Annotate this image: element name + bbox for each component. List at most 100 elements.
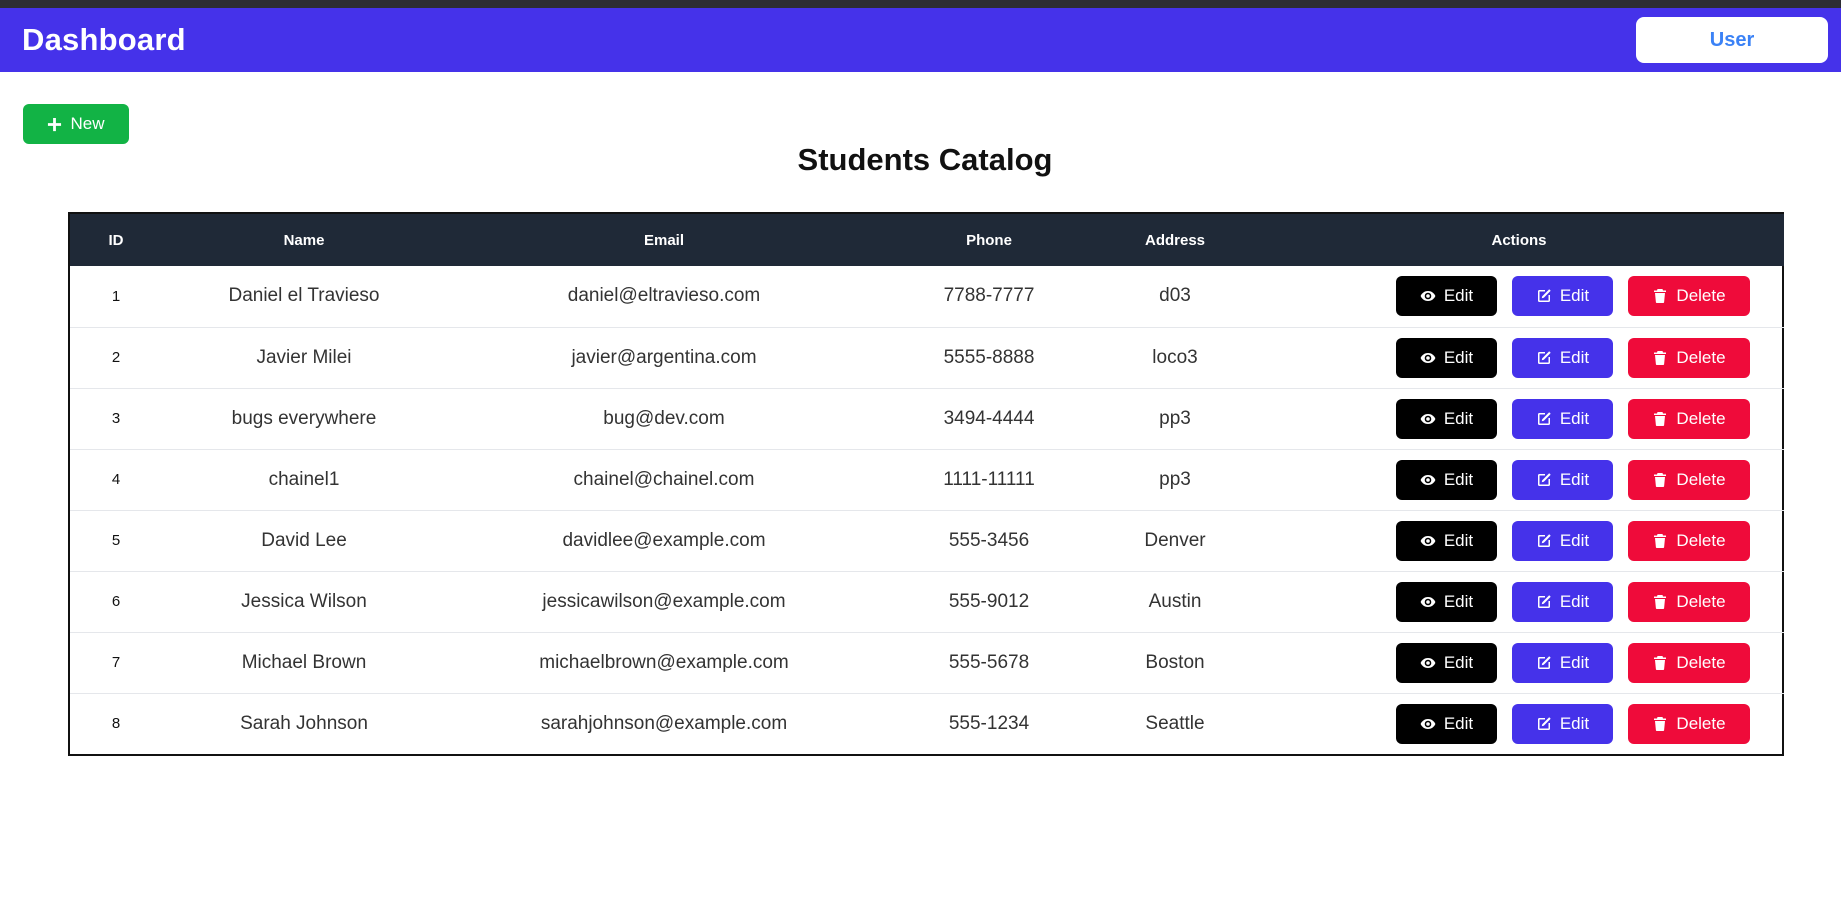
cell-phone: 555-9012 <box>948 590 1030 612</box>
delete-button[interactable]: Delete <box>1628 337 1750 378</box>
trash-icon <box>1654 533 1667 548</box>
delete-button-label: Delete <box>1676 652 1726 672</box>
view-button[interactable]: Edit <box>1396 459 1497 500</box>
page-title: Students Catalog <box>797 142 1053 177</box>
edit-button-label: Edit <box>1559 286 1590 306</box>
view-button[interactable]: Edit <box>1396 276 1497 317</box>
cell-phone: 555-5678 <box>948 651 1030 673</box>
cell-name: bugs everywhere <box>231 407 377 429</box>
edit-button-label: Edit <box>1559 347 1590 367</box>
pen-square-icon <box>1537 533 1551 547</box>
pen-square-icon <box>1537 594 1551 608</box>
delete-button-label: Delete <box>1676 408 1726 428</box>
cell-actions: Edit Edit Delete <box>1254 388 1784 449</box>
eye-icon <box>1420 718 1436 729</box>
cell-id: 3 <box>111 410 121 427</box>
column-header-name: Name <box>283 231 325 249</box>
view-button[interactable]: Edit <box>1396 581 1497 622</box>
table-row: 8 Sarah Johnson sarahjohnson@example.com… <box>70 693 1784 754</box>
edit-button[interactable]: Edit <box>1512 581 1613 622</box>
edit-button-label: Edit <box>1559 530 1590 550</box>
pen-square-icon <box>1537 655 1551 669</box>
cell-actions: Edit Edit Delete <box>1254 510 1784 571</box>
view-button[interactable]: Edit <box>1396 642 1497 683</box>
delete-button[interactable]: Delete <box>1628 520 1750 561</box>
cell-id: 4 <box>111 471 121 488</box>
edit-button[interactable]: Edit <box>1512 703 1613 744</box>
cell-email: bug@dev.com <box>603 407 725 429</box>
view-button[interactable]: Edit <box>1396 703 1497 744</box>
trash-icon <box>1654 289 1667 304</box>
edit-button[interactable]: Edit <box>1512 398 1613 439</box>
edit-button[interactable]: Edit <box>1512 276 1613 317</box>
cell-actions: Edit Edit Delete <box>1254 693 1784 754</box>
delete-button-label: Delete <box>1676 347 1726 367</box>
cell-name: Javier Milei <box>256 346 352 368</box>
eye-icon <box>1420 596 1436 607</box>
trash-icon <box>1654 472 1667 487</box>
cell-phone: 5555-8888 <box>943 346 1035 368</box>
view-button-label: Edit <box>1443 652 1474 672</box>
cell-phone: 3494-4444 <box>943 407 1035 429</box>
table-header-row: ID Name Email Phone Address Actions <box>70 214 1784 266</box>
brand-title: Dashboard <box>22 22 186 57</box>
delete-button-label: Delete <box>1676 286 1726 306</box>
delete-button[interactable]: Delete <box>1628 581 1750 622</box>
cell-email: michaelbrown@example.com <box>539 651 789 673</box>
view-button[interactable]: Edit <box>1396 337 1497 378</box>
edit-button[interactable]: Edit <box>1512 337 1613 378</box>
view-button-label: Edit <box>1443 713 1474 733</box>
column-header-actions: Actions <box>1491 231 1547 249</box>
students-table-container: ID Name Email Phone Address Actions 1 Daniel … <box>68 212 1784 756</box>
cell-actions: Edit Edit Delete <box>1254 266 1784 327</box>
delete-button[interactable]: Delete <box>1628 459 1750 500</box>
pen-square-icon <box>1537 350 1551 364</box>
column-header-id: ID <box>108 231 124 249</box>
view-button[interactable]: Edit <box>1396 520 1497 561</box>
new-button[interactable]: New <box>23 104 129 144</box>
edit-button[interactable]: Edit <box>1512 642 1613 683</box>
cell-actions: Edit Edit Delete <box>1254 327 1784 388</box>
view-button-label: Edit <box>1443 347 1474 367</box>
delete-button[interactable]: Delete <box>1628 398 1750 439</box>
view-button-label: Edit <box>1443 469 1474 489</box>
view-button[interactable]: Edit <box>1396 398 1497 439</box>
table-row: 2 Javier Milei javier@argentina.com 5555… <box>70 327 1784 388</box>
table-row: 5 David Lee davidlee@example.com 555-345… <box>70 510 1784 571</box>
navbar: Dashboard User <box>0 8 1841 72</box>
trash-icon <box>1654 594 1667 609</box>
pen-square-icon <box>1537 717 1551 730</box>
cell-email: sarahjohnson@example.com <box>540 712 788 734</box>
cell-email: daniel@eltravieso.com <box>567 285 761 307</box>
delete-button[interactable]: Delete <box>1628 276 1750 317</box>
plus-icon <box>48 117 62 131</box>
cell-email: chainel@chainel.com <box>573 468 755 490</box>
delete-button[interactable]: Delete <box>1628 703 1750 744</box>
table-body: 1 Daniel el Travieso daniel@eltravieso.c… <box>70 266 1784 754</box>
view-button-label: Edit <box>1443 591 1474 611</box>
edit-button[interactable]: Edit <box>1512 520 1613 561</box>
delete-button[interactable]: Delete <box>1628 642 1750 683</box>
cell-id: 1 <box>111 287 121 305</box>
eye-icon <box>1420 474 1436 485</box>
view-button-label: Edit <box>1443 408 1474 428</box>
cell-name: Jessica Wilson <box>241 590 367 612</box>
edit-button-label: Edit <box>1559 469 1590 489</box>
user-button[interactable]: User <box>1636 17 1828 63</box>
pen-square-icon <box>1537 289 1551 303</box>
table-row: 1 Daniel el Travieso daniel@eltravieso.c… <box>70 266 1784 327</box>
table-header: ID Name Email Phone Address Actions <box>70 214 1784 266</box>
cell-email: javier@argentina.com <box>571 346 757 368</box>
cell-actions: Edit Edit Delete <box>1254 571 1784 632</box>
trash-icon <box>1654 411 1667 426</box>
delete-button-label: Delete <box>1676 469 1726 489</box>
eye-icon <box>1420 291 1436 302</box>
edit-button-label: Edit <box>1559 652 1590 672</box>
cell-actions: Edit Edit Delete <box>1254 632 1784 693</box>
eye-icon <box>1420 657 1436 668</box>
edit-button[interactable]: Edit <box>1512 459 1613 500</box>
cell-phone: 555-1234 <box>948 712 1030 734</box>
table-row: 6 Jessica Wilson jessicawilson@example.c… <box>70 571 1784 632</box>
cell-name: Michael Brown <box>241 651 367 673</box>
cell-address: d03 <box>1159 285 1191 307</box>
